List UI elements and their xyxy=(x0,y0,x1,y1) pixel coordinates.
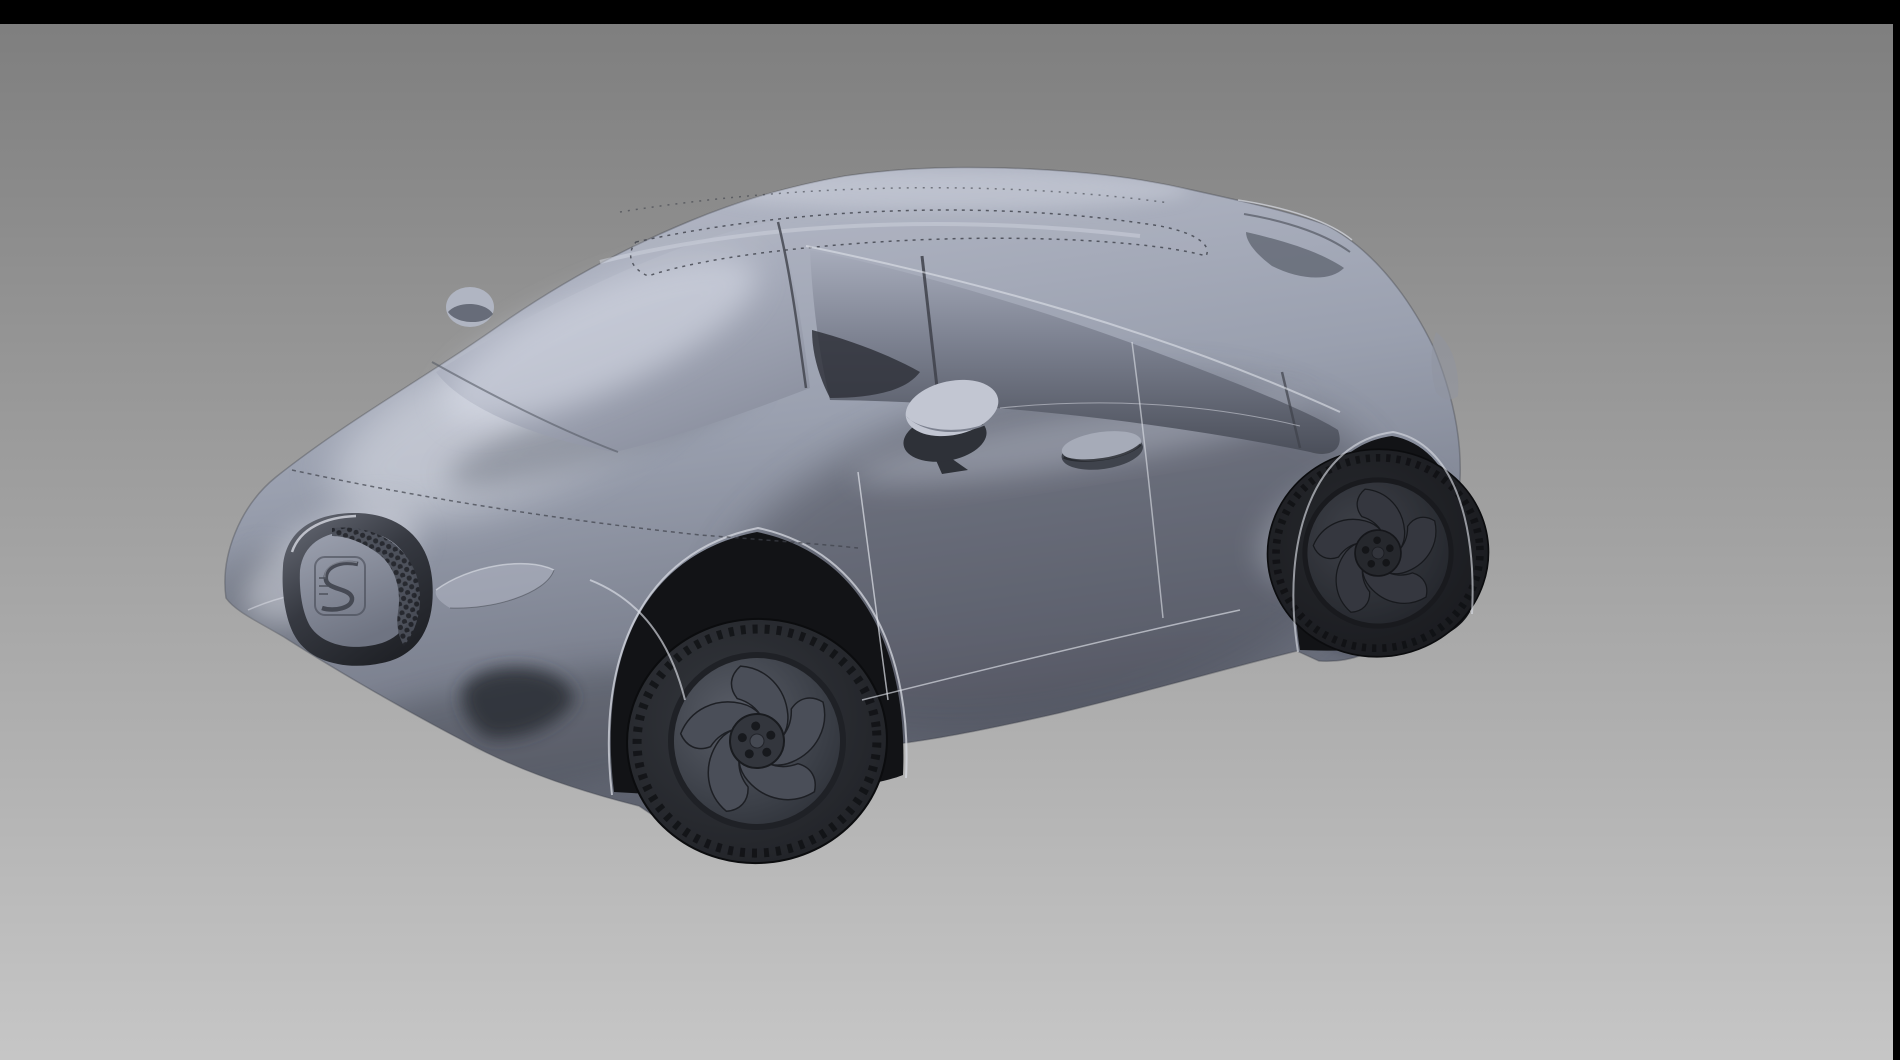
application-window xyxy=(0,0,1900,1060)
front-grille xyxy=(283,513,433,666)
window-right-edge-bar xyxy=(1893,0,1900,1060)
window-top-bar xyxy=(0,0,1900,24)
left-mirror-nub xyxy=(446,287,494,327)
viewport-3d[interactable] xyxy=(0,0,1900,1060)
